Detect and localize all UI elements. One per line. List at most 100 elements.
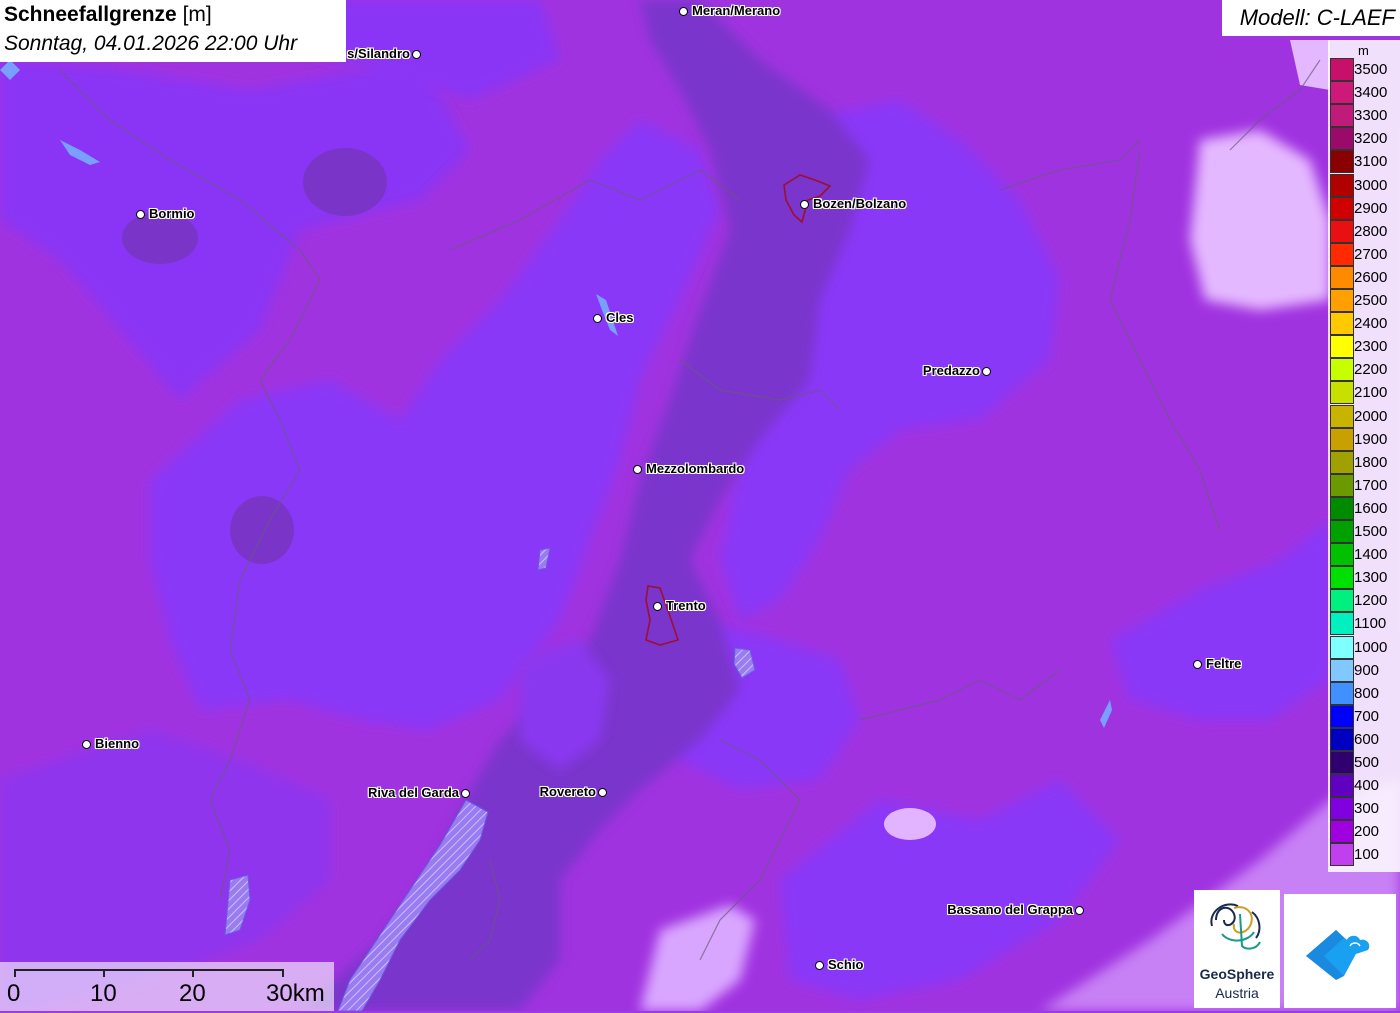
city-marker[interactable] <box>136 210 145 219</box>
city-marker[interactable] <box>598 788 607 797</box>
partner-logo[interactable] <box>1284 894 1396 1008</box>
legend-swatch <box>1330 496 1354 520</box>
city-marker[interactable] <box>815 961 824 970</box>
legend-label: 1700 <box>1354 476 1388 494</box>
legend-swatch <box>1330 335 1354 359</box>
legend-label: 2900 <box>1354 199 1388 217</box>
legend-label: 1300 <box>1354 569 1388 587</box>
legend-swatch <box>1330 312 1354 336</box>
city-label[interactable]: Rovereto <box>540 784 596 799</box>
city-marker[interactable] <box>1075 906 1084 915</box>
legend-swatch <box>1330 104 1354 128</box>
legend-swatch <box>1330 820 1354 844</box>
city-marker[interactable] <box>593 314 602 323</box>
legend-label: 2600 <box>1354 268 1388 286</box>
legend-label: 2800 <box>1354 222 1388 240</box>
legend-swatch <box>1330 450 1354 474</box>
legend-item: 1000 <box>1328 635 1400 659</box>
legend-label: 2100 <box>1354 384 1388 402</box>
legend-swatch <box>1330 58 1354 81</box>
legend-swatch <box>1330 612 1354 636</box>
geosphere-logo[interactable]: GeoSphere Austria <box>1194 890 1280 1008</box>
scale-bar: 0 10 20 30km <box>0 962 334 1011</box>
legend-item: 3100 <box>1328 150 1400 174</box>
city-label[interactable]: Bassano del Grappa <box>947 902 1073 917</box>
legend-swatch <box>1330 473 1354 497</box>
legend-swatch <box>1330 289 1354 312</box>
legend-item: 3400 <box>1328 81 1400 105</box>
city-label[interactable]: Predazzo <box>923 363 980 378</box>
city-marker[interactable] <box>412 50 421 59</box>
legend-swatch <box>1330 843 1354 867</box>
legend-label: 300 <box>1354 800 1380 818</box>
legend-item: 600 <box>1328 727 1400 751</box>
city-marker[interactable] <box>1193 660 1202 669</box>
map-datetime: Sonntag, 04.01.2026 22:00 Uhr <box>4 32 298 55</box>
model-label: Modell: C-LAEF <box>1239 5 1395 30</box>
legend-swatch <box>1330 727 1354 751</box>
color-legend: m 3500 3400 3300 3200 3100 3000 2900 2800 2700 26… <box>1328 40 1400 872</box>
legend-label: 1100 <box>1354 615 1387 633</box>
city-label[interactable]: Bienno <box>95 736 139 751</box>
legend-swatch <box>1330 566 1354 590</box>
legend-item: 2200 <box>1328 358 1400 382</box>
city-label[interactable]: Bozen/Bolzano <box>813 196 906 211</box>
legend-item: 800 <box>1328 681 1400 705</box>
legend-label: 2000 <box>1354 407 1388 425</box>
city-marker[interactable] <box>82 740 91 749</box>
snowfall-limit-map[interactable] <box>0 0 1400 1011</box>
legend-item: 2300 <box>1328 335 1400 359</box>
legend-item: 1500 <box>1328 520 1400 543</box>
city-label[interactable]: Feltre <box>1206 656 1241 671</box>
map-title: Schneefallgrenze [m] <box>4 3 212 26</box>
legend-swatch <box>1330 704 1354 728</box>
city-marker[interactable] <box>461 789 470 798</box>
legend-label: 800 <box>1354 684 1380 702</box>
legend-label: 3400 <box>1354 84 1388 102</box>
legend-label: 1900 <box>1354 430 1388 448</box>
legend-item: 700 <box>1328 704 1400 728</box>
legend-swatch <box>1330 219 1354 243</box>
scale-tick <box>103 969 105 977</box>
legend-swatch <box>1330 381 1354 405</box>
legend-label: 1800 <box>1354 453 1388 471</box>
legend-label: 1600 <box>1354 499 1388 517</box>
legend-swatch <box>1330 265 1354 289</box>
legend-label: 500 <box>1354 754 1380 771</box>
legend-label: 3500 <box>1354 61 1388 78</box>
legend-swatch <box>1330 658 1354 682</box>
city-label[interactable]: Cles <box>606 310 633 325</box>
legend-label: 600 <box>1354 730 1380 748</box>
city-marker[interactable] <box>679 7 688 16</box>
legend-item: 2500 <box>1328 289 1400 312</box>
legend-label: 2300 <box>1354 338 1388 356</box>
city-label[interactable]: s/Silandro <box>347 46 410 61</box>
legend-item: 1900 <box>1328 427 1400 451</box>
city-label[interactable]: Mezzolombardo <box>646 461 744 476</box>
legend-label: 3300 <box>1354 107 1388 125</box>
city-label[interactable]: Bormio <box>149 206 195 221</box>
legend-item: 1300 <box>1328 566 1400 590</box>
legend-swatch <box>1330 242 1354 266</box>
scale-tick <box>282 969 284 977</box>
legend-swatch <box>1330 635 1354 659</box>
legend-item: 300 <box>1328 797 1400 821</box>
legend-item: 2400 <box>1328 312 1400 336</box>
legend-label: 100 <box>1354 846 1380 864</box>
city-marker[interactable] <box>633 465 642 474</box>
city-marker[interactable] <box>982 367 991 376</box>
legend-item: 3200 <box>1328 127 1400 151</box>
legend-item: 3000 <box>1328 173 1400 197</box>
city-label[interactable]: Trento <box>666 598 706 613</box>
city-label[interactable]: Meran/Merano <box>692 3 780 18</box>
city-label[interactable]: Schio <box>828 957 863 972</box>
legend-label: 700 <box>1354 707 1380 725</box>
legend-item: 2800 <box>1328 219 1400 243</box>
city-marker[interactable] <box>653 602 662 611</box>
legend-label: 1000 <box>1354 638 1388 656</box>
city-label[interactable]: Riva del Garda <box>368 785 459 800</box>
legend-item: 1200 <box>1328 589 1400 613</box>
legend-label: 2500 <box>1354 292 1388 309</box>
city-marker[interactable] <box>800 200 809 209</box>
legend-item: 1100 <box>1328 612 1400 636</box>
